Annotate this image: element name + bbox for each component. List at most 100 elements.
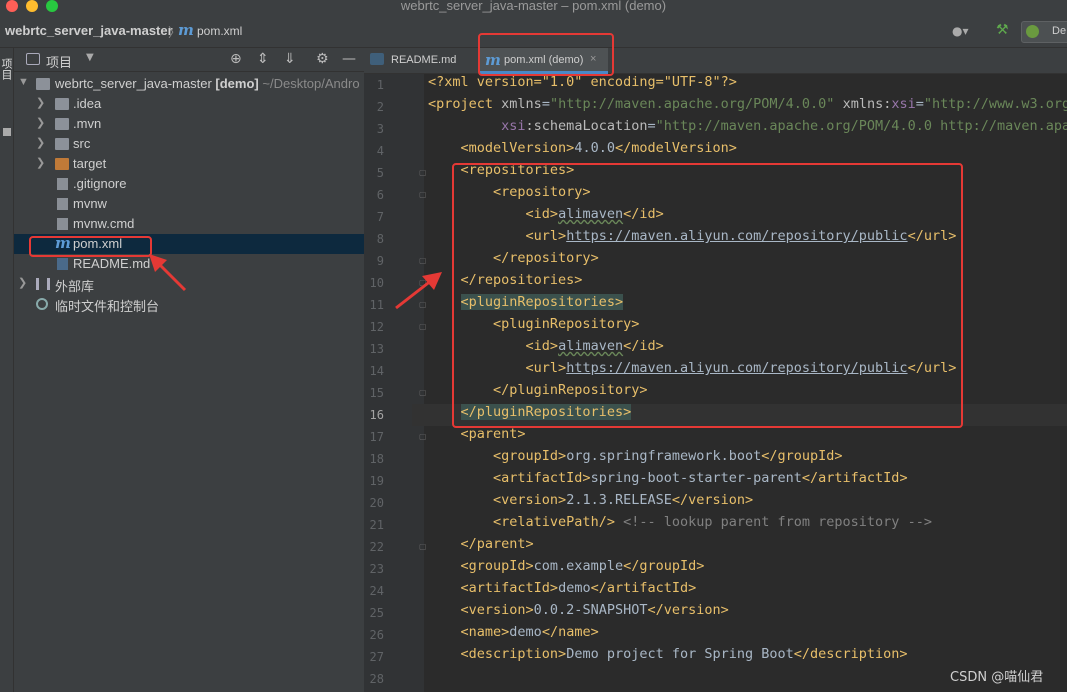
line-number: 4 (376, 144, 384, 158)
tree-item-label: src (73, 136, 91, 151)
tree-item-label: .mvn (73, 116, 102, 131)
code-line-4: <modelVersion>4.0.0</modelVersion> (460, 140, 737, 156)
expand-all-icon[interactable]: ⇕ (257, 51, 269, 67)
maven-m-icon: m (178, 21, 194, 39)
tree-item-gitignore[interactable]: .gitignore (14, 174, 364, 194)
tree-item-label: mvnw.cmd (73, 216, 135, 231)
build-hammer-icon[interactable]: ⚒ (996, 22, 1009, 38)
run-configuration-selector[interactable]: De (1021, 21, 1067, 43)
left-tool-strip: 项目 (0, 48, 14, 692)
chevron-right-icon[interactable]: ❯ (18, 276, 27, 289)
script-icon (57, 198, 68, 210)
scratch-icon (36, 298, 48, 310)
markdown-icon (370, 53, 384, 65)
code-line-20: <version>2.1.3.RELEASE</version> (493, 492, 754, 508)
parent-group-id-value: org.springframework.boot (566, 448, 762, 464)
tree-item-label: 外部库 (55, 279, 95, 294)
fold-marker-icon[interactable]: ▢ (419, 322, 427, 331)
gear-icon[interactable]: ⚙ (316, 51, 329, 67)
fold-marker-icon[interactable]: ▢ (419, 432, 427, 441)
parent-version-value: 2.1.3.RELEASE (566, 492, 672, 508)
tree-item-mvn[interactable]: ❯ .mvn (14, 114, 364, 134)
code-line-1: <?xml version="1.0" encoding="UTF-8"?> (428, 74, 737, 96)
group-id-value: com.example (533, 558, 624, 574)
tree-item-target[interactable]: ❯ target (14, 154, 364, 174)
locate-target-icon[interactable]: ⊕ (230, 51, 242, 67)
line-number: 19 (369, 474, 384, 488)
tree-item-root[interactable]: ▼ webrtc_server_java-master [demo] ~/Des… (14, 74, 364, 94)
annotation-code-highlight (452, 163, 963, 428)
xml-declaration: <?xml version="1.0" encoding="UTF-8"?> (428, 74, 737, 90)
breadcrumb-project[interactable]: webrtc_server_java-master (5, 23, 173, 38)
project-tool-window-tab[interactable]: 项目 (0, 58, 14, 80)
tab-label: README.md (391, 54, 457, 66)
description-value: Demo project for Spring Boot (566, 646, 794, 662)
chevron-right-icon[interactable]: ❯ (36, 96, 45, 109)
line-number: 21 (369, 518, 384, 532)
line-number: 10 (369, 276, 384, 290)
line-number: 13 (369, 342, 384, 356)
xsi-namespace: xsi (891, 96, 916, 112)
line-number: 25 (369, 606, 384, 620)
fold-marker-icon[interactable]: ▢ (419, 388, 427, 397)
parent-artifact-id-value: spring-boot-starter-parent (590, 470, 802, 486)
line-number: 18 (369, 452, 384, 466)
tab-readme[interactable]: README.md (364, 48, 476, 74)
xsi-prefix: xsi (501, 118, 526, 134)
line-number: 7 (376, 210, 384, 224)
relative-path-comment: <!-- lookup parent from repository --> (623, 514, 932, 530)
line-number: 2 (376, 100, 384, 114)
line-number: 26 (369, 628, 384, 642)
chevron-right-icon[interactable]: ❯ (36, 116, 45, 129)
fold-marker-icon[interactable]: ▢ (419, 542, 427, 551)
breadcrumb-file[interactable]: pom.xml (197, 24, 242, 38)
xmlns-attr: xmlns (501, 96, 542, 112)
name-value: demo (509, 624, 542, 640)
annotation-tab-highlight (478, 33, 614, 76)
model-version-value: 4.0.0 (574, 140, 615, 156)
code-line-21: <relativePath/> <!-- lookup parent from … (493, 514, 932, 530)
project-panel: 项目 ▼ ⊕ ⇕ ⇓ ⚙ — ▼ webrtc_server_java-mast… (14, 48, 364, 692)
module-folder-icon (36, 78, 50, 90)
fold-marker-icon[interactable]: ▢ (419, 168, 427, 177)
file-icon (57, 218, 68, 230)
chevron-down-icon[interactable]: ▼ (86, 52, 94, 63)
user-account-icon[interactable]: ●▾ (952, 24, 969, 38)
spring-boot-icon (1026, 25, 1039, 38)
library-icon (36, 278, 50, 290)
chevron-right-icon[interactable]: ❯ (36, 136, 45, 149)
project-panel-title[interactable]: 项目 (46, 52, 72, 71)
line-number: 16 (369, 408, 384, 422)
markdown-icon (57, 258, 68, 270)
title-bar: webrtc_server_java-master – pom.xml (dem… (0, 0, 1067, 14)
xmlns-value: "http://maven.apache.org/POM/4.0.0" (549, 96, 835, 112)
code-line-18: <groupId>org.springframework.boot</group… (493, 448, 843, 464)
module-path: ~/Desktop/Andro (262, 76, 360, 91)
line-number: 17 (369, 430, 384, 444)
editor-tab-bar: README.md m pom.xml (demo) × (364, 48, 1067, 74)
tree-item-label: .idea (73, 96, 102, 111)
tree-item-src[interactable]: ❯ src (14, 134, 364, 154)
tree-item-scratches[interactable]: 临时文件和控制台 (14, 294, 364, 314)
schema-location-attr: :schemaLocation (525, 118, 648, 134)
fold-marker-icon[interactable]: ▢ (419, 190, 427, 199)
fold-marker-icon[interactable]: ▢ (419, 256, 427, 265)
line-number: 20 (369, 496, 384, 510)
tree-item-label: README.md (73, 256, 151, 271)
line-number: 12 (369, 320, 384, 334)
tree-item-mvnw-cmd[interactable]: mvnw.cmd (14, 214, 364, 234)
tree-item-mvnw[interactable]: mvnw (14, 194, 364, 214)
code-line-25: <version>0.0.2-SNAPSHOT</version> (460, 602, 729, 618)
line-number: 3 (376, 122, 384, 136)
tree-item-idea[interactable]: ❯ .idea (14, 94, 364, 114)
tree-item-label: .gitignore (73, 176, 127, 191)
chevron-down-icon[interactable]: ▼ (18, 76, 29, 88)
folder-icon (55, 98, 69, 110)
project-open-tag: <project (428, 96, 494, 112)
structure-icon[interactable] (3, 128, 11, 136)
hide-panel-icon[interactable]: — (342, 51, 356, 67)
code-line-26: <name>demo</name> (460, 624, 599, 640)
chevron-right-icon[interactable]: ❯ (36, 156, 45, 169)
line-number: 9 (376, 254, 384, 268)
collapse-all-icon[interactable]: ⇓ (284, 51, 296, 67)
